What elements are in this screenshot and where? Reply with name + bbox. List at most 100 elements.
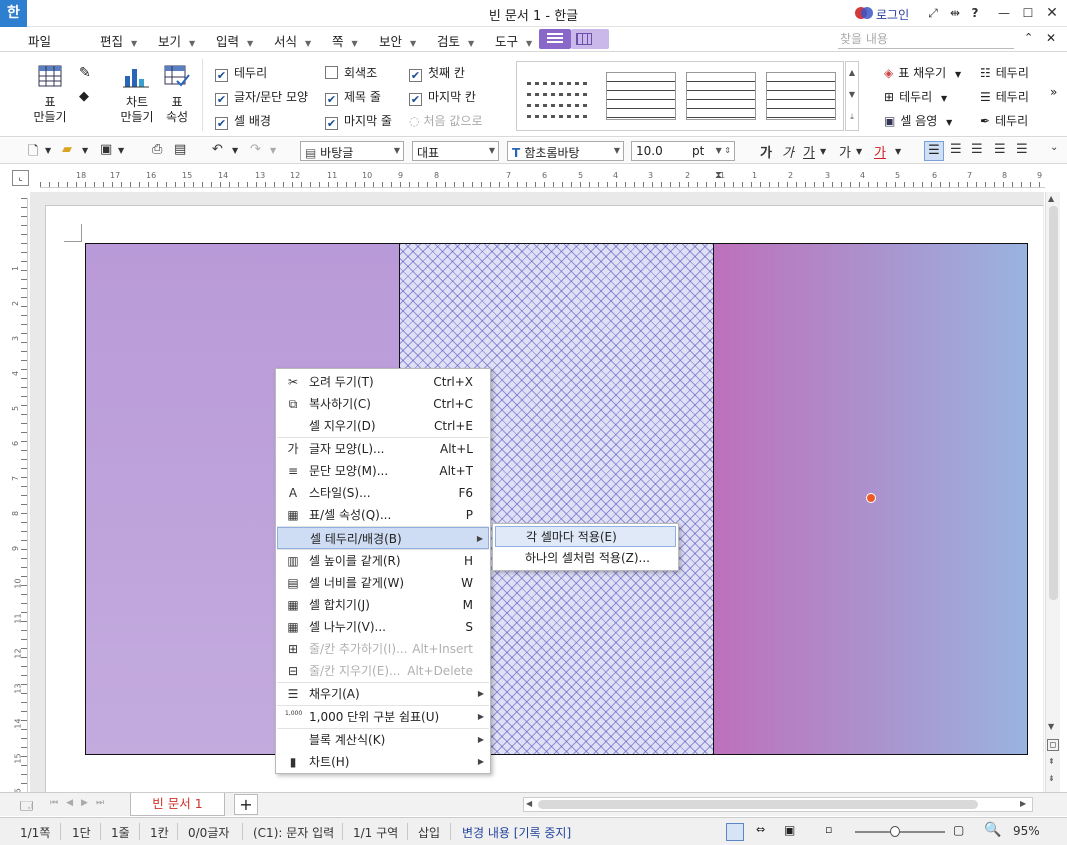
table-props-button[interactable]: 표 속성 xyxy=(160,95,194,125)
new-doc-icon[interactable]: 🗋 xyxy=(28,142,38,164)
underline-button[interactable]: 가 xyxy=(803,142,815,161)
print-icon[interactable]: ⎙ xyxy=(152,142,162,157)
menu-tools[interactable]: 도구 ▼ xyxy=(495,31,532,50)
zoom-out-icon[interactable]: ▫ xyxy=(825,823,832,836)
help-icon[interactable]: ? xyxy=(965,4,985,22)
zoom-knob[interactable] xyxy=(890,826,900,837)
context-item-5[interactable]: A 스타일(S)... F6 xyxy=(277,482,489,504)
italic-button[interactable]: 가 xyxy=(782,142,794,161)
align-center-icon[interactable]: ☰ xyxy=(971,142,983,157)
check-first-col[interactable]: ✔ 첫째 칸 xyxy=(409,64,465,82)
add-tab-button[interactable]: + xyxy=(234,794,258,815)
login-link[interactable]: 로그인 xyxy=(876,6,909,23)
table-style-4[interactable] xyxy=(766,72,836,120)
undo-icon[interactable]: ↶ xyxy=(212,142,223,157)
close-doc-icon[interactable]: ✕ xyxy=(1046,31,1056,45)
style-select[interactable]: ▤ 바탕글 ▼ xyxy=(300,141,404,161)
zoom-slider[interactable] xyxy=(855,831,945,833)
save-dropdown[interactable]: ▼ xyxy=(118,146,124,155)
zoom-search-icon[interactable]: 🔍 xyxy=(984,822,1001,838)
horizontal-scrollbar[interactable]: ◀ ▶ xyxy=(523,797,1033,812)
zoom-in-icon[interactable]: ▢ xyxy=(953,823,964,837)
redo-icon[interactable]: ↷ xyxy=(250,142,261,157)
font-size-input[interactable]: 10.0 pt ▼ ⇕ xyxy=(631,141,735,161)
menu-file[interactable]: 파일 xyxy=(28,31,51,50)
align-right-icon[interactable]: ☰ xyxy=(994,142,1006,157)
font-color-dropdown[interactable]: ▼ xyxy=(895,147,901,156)
table-make-button[interactable]: 표 만들기 xyxy=(24,95,76,125)
strike-dropdown[interactable]: ▼ xyxy=(856,147,862,156)
apply-as-one-cell[interactable]: 하나의 셀처럼 적용(Z)... xyxy=(495,548,676,569)
check-header-row[interactable]: ✔ 제목 줄 xyxy=(325,88,381,106)
font-color-button[interactable]: 가 xyxy=(874,142,886,161)
table-design-tab[interactable] xyxy=(539,29,571,49)
apply-each-cell[interactable]: 각 셀마다 적용(E) xyxy=(495,526,676,547)
gallery-scroll[interactable]: ▲ ▼ ⤓ xyxy=(845,61,859,131)
redo-dropdown[interactable]: ▼ xyxy=(270,146,276,155)
status-line[interactable]: 1줄 xyxy=(111,824,130,841)
status-page[interactable]: 1/1쪽 xyxy=(20,824,50,841)
context-item-1[interactable]: ⧉ 복사하기(C) Ctrl+C xyxy=(277,393,489,415)
save-icon[interactable]: ▣ xyxy=(100,142,112,157)
menu-insert[interactable]: 입력 ▼ xyxy=(216,31,253,50)
vertical-ruler[interactable]: 12345678910111213141516 xyxy=(11,198,28,799)
menu-edit[interactable]: 편집 ▼ xyxy=(100,31,137,50)
context-item-16[interactable]: 블록 계산식(K) ▶ xyxy=(277,729,489,751)
underline-dropdown[interactable]: ▼ xyxy=(820,147,826,156)
table-style-3[interactable] xyxy=(686,72,756,120)
status-track-changes[interactable]: 변경 내용 [기록 중지] xyxy=(462,824,571,841)
close-icon[interactable]: ✕ xyxy=(1042,4,1062,22)
context-item-17[interactable]: ▮ 차트(H) ▶ xyxy=(277,751,489,773)
minimize-icon[interactable]: — xyxy=(994,4,1014,22)
preview-icon[interactable]: ▤ xyxy=(174,142,186,157)
border-style-button[interactable]: ☷ 테두리 xyxy=(980,64,1029,81)
new-doc-dropdown[interactable]: ▼ xyxy=(45,146,51,155)
context-item-6[interactable]: ▦ 표/셀 속성(Q)... P xyxy=(277,504,489,526)
h-scroll-thumb[interactable] xyxy=(538,800,978,809)
table-layout-tab[interactable] xyxy=(571,29,609,49)
context-item-13[interactable]: ⊟ 줄/칸 지우기(E)... Alt+Delete xyxy=(277,660,489,682)
status-mode[interactable]: (C1): 문자 입력 xyxy=(253,824,334,841)
context-item-9[interactable]: ▤ 셀 너비를 같게(W) W xyxy=(277,572,489,594)
chart-make-button[interactable]: 차트 만들기 xyxy=(113,95,161,125)
table-fill-button[interactable]: ◈ 표 채우기 ▼ xyxy=(884,64,961,81)
check-cell-bg[interactable]: ✔ 셀 배경 xyxy=(215,112,271,130)
context-item-11[interactable]: ▦ 셀 나누기(V)... S xyxy=(277,616,489,638)
open-dropdown[interactable]: ▼ xyxy=(82,146,88,155)
status-char-count[interactable]: 0/0글자 xyxy=(188,824,229,841)
context-item-4[interactable]: ≡ 문단 모양(M)... Alt+T xyxy=(277,460,489,482)
indent-marker[interactable]: ⧗ xyxy=(715,170,722,188)
context-item-14[interactable]: ☰ 채우기(A) ▶ xyxy=(277,683,489,705)
resize-icon[interactable]: ⇹ xyxy=(945,4,965,22)
context-item-0[interactable]: ✂ 오려 두기(T) Ctrl+X xyxy=(277,371,489,393)
undo-dropdown[interactable]: ▼ xyxy=(232,146,238,155)
draw-table-icon[interactable]: ✎ xyxy=(79,65,91,81)
ruler-toggle-icon[interactable]: ⌞ xyxy=(12,170,29,186)
context-item-12[interactable]: ⊞ 줄/칸 추가하기(I)... Alt+Insert xyxy=(277,638,489,660)
bold-button[interactable]: 가 xyxy=(760,142,772,161)
align-justify-icon[interactable]: ☰ xyxy=(924,141,944,161)
check-last-col[interactable]: ✔ 마지막 칸 xyxy=(409,88,476,106)
doc-tab[interactable]: 빈 문서 1 xyxy=(130,793,225,816)
align-left-icon[interactable]: ☰ xyxy=(950,142,962,157)
check-last-row[interactable]: ✔ 마지막 줄 xyxy=(325,112,392,130)
font-select[interactable]: T 함초롬바탕 ▼ xyxy=(507,141,624,161)
check-border[interactable]: ✔ 테두리 xyxy=(215,64,267,82)
status-column[interactable]: 1단 xyxy=(72,824,91,841)
border-button[interactable]: ⊞ 테두리 ▼ xyxy=(884,88,947,105)
fullscreen-icon[interactable]: ⤢ xyxy=(923,4,943,22)
tab-nav-icons[interactable]: ⏮◀▶⏭ xyxy=(50,798,112,808)
context-item-15[interactable]: 1,000 1,000 단위 구분 쉼표(U) ▶ xyxy=(277,706,489,728)
reset-default-button[interactable]: ◌ 처음 값으로 xyxy=(409,112,483,129)
toolbar-more-icon[interactable]: ⌄ xyxy=(1050,142,1058,153)
context-item-2[interactable]: 셀 지우기(D) Ctrl+E xyxy=(277,415,489,437)
language-select[interactable]: 대표 ▼ xyxy=(412,141,499,161)
status-section[interactable]: 1/1 구역 xyxy=(353,824,398,841)
table-style-1[interactable] xyxy=(527,74,591,118)
status-insert[interactable]: 삽입 xyxy=(418,824,440,841)
status-char-pos[interactable]: 1칸 xyxy=(150,824,169,841)
check-grayscale[interactable]: 회색조 xyxy=(325,64,377,81)
context-item-8[interactable]: ▥ 셀 높이를 같게(R) H xyxy=(277,550,489,572)
border-width-button[interactable]: ☰ 테두리 xyxy=(980,88,1029,105)
menu-page[interactable]: 쪽 ▼ xyxy=(332,31,358,50)
